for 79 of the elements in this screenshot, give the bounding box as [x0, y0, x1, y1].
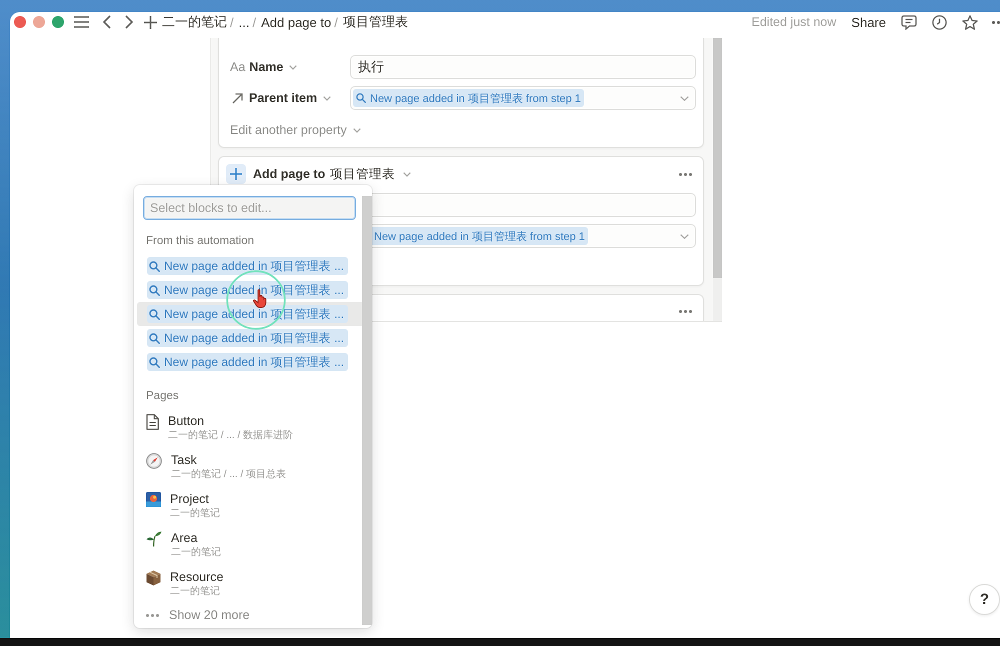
comment-icon[interactable]	[901, 14, 917, 30]
image-tile-icon	[146, 492, 161, 507]
breadcrumb-separator: /	[334, 14, 338, 30]
page-title: Button	[168, 413, 206, 429]
page-title: Task	[171, 452, 198, 468]
window-close-button[interactable]	[14, 16, 26, 28]
add-step-button[interactable]	[226, 164, 246, 184]
search-icon	[149, 284, 160, 296]
text-field[interactable]: 执行	[350, 55, 696, 79]
scrollbar-thumb[interactable]	[713, 38, 722, 278]
property-label[interactable]: Aa Name	[230, 60, 298, 74]
breadcrumb-link[interactable]: 项目管理表	[342, 13, 408, 31]
automation-block-item[interactable]: New page added in 项目管理表 ...	[137, 254, 362, 278]
block-reference-chip[interactable]: New page added in 项目管理表 ...	[147, 353, 348, 371]
property-label[interactable]: Parent item	[230, 91, 332, 105]
back-icon[interactable]	[103, 15, 111, 29]
breadcrumb-separator: /	[230, 14, 234, 30]
page-item[interactable]: Area 二一的笔记	[134, 526, 362, 565]
search-icon	[149, 332, 160, 344]
scrollbar-thumb[interactable]	[362, 196, 372, 625]
section-heading: From this automation	[145, 234, 256, 249]
compass-icon	[146, 453, 162, 469]
automation-block-item[interactable]: New page added in 项目管理表 ...	[137, 326, 362, 350]
chevron-down-icon	[352, 128, 361, 132]
breadcrumb-link[interactable]: 二一的笔记	[162, 13, 227, 31]
page-path: 二一的笔记	[170, 507, 220, 521]
block-reference-chip[interactable]: New page added in 项目管理表 ...	[147, 257, 348, 275]
chevron-down-icon[interactable]	[680, 234, 689, 238]
chevron-down-icon[interactable]	[680, 96, 689, 100]
document-icon	[146, 414, 159, 430]
page-path: 二一的笔记	[171, 546, 221, 560]
show-more-button[interactable]: Show 20 more	[134, 605, 250, 625]
share-button[interactable]: Share	[851, 14, 886, 30]
more-icon[interactable]	[992, 20, 1000, 24]
search-icon	[149, 356, 160, 368]
relation-field[interactable]: New page added in 项目管理表 from step 1	[350, 86, 696, 110]
automation-block-item[interactable]: New page added in 项目管理表 ...	[137, 350, 362, 374]
database-dropdown[interactable]: 项目管理表	[330, 166, 412, 182]
page-item[interactable]: Resource 二一的笔记	[134, 565, 362, 604]
page-path: 二一的笔记	[170, 585, 221, 599]
page-title: Area	[171, 530, 198, 546]
sprout-icon	[146, 531, 162, 547]
page-path: 二一的笔记 / ... / 数据库进阶	[168, 429, 294, 443]
search-icon	[149, 260, 160, 272]
block-reference-chip[interactable]: New page added in 项目管理表 ...	[147, 329, 348, 347]
help-button[interactable]: ?	[969, 584, 1000, 615]
page-item[interactable]: Task 二一的笔记 / ... / 项目总表	[134, 448, 362, 487]
page-path: 二一的笔记 / ... / 项目总表	[171, 468, 286, 482]
search-icon	[149, 308, 160, 320]
chevron-down-icon	[403, 172, 412, 176]
more-icon[interactable]	[679, 310, 692, 312]
edit-property-button[interactable]: Edit another property	[230, 123, 361, 137]
page-title: Project	[170, 491, 210, 507]
breadcrumb-link[interactable]: Add page to	[261, 14, 332, 30]
box-icon	[146, 570, 161, 586]
window-zoom-button[interactable]	[52, 16, 64, 28]
edit-status-text: Edited just now	[752, 15, 836, 29]
block-reference-chip[interactable]: New page added in 项目管理表 from step 1	[353, 89, 584, 107]
menu-icon[interactable]	[74, 16, 89, 28]
more-icon[interactable]	[679, 172, 692, 176]
chevron-down-icon	[323, 96, 332, 100]
plus-icon[interactable]	[144, 16, 157, 28]
plus-icon	[230, 168, 242, 180]
page-item[interactable]: Button 二一的笔记 / ... / 数据库进阶	[134, 409, 362, 448]
star-icon[interactable]	[962, 14, 978, 30]
search-icon	[356, 93, 366, 103]
page-item[interactable]: Project 二一的笔记	[134, 487, 362, 526]
breadcrumb-link[interactable]: ...	[238, 14, 250, 30]
breadcrumb-separator: /	[252, 14, 256, 30]
page-title: Resource	[170, 569, 224, 585]
chevron-down-icon	[289, 64, 298, 70]
arrow-icon	[232, 92, 243, 104]
section-heading: Pages	[145, 389, 180, 404]
dots-icon	[146, 614, 159, 616]
clock-icon[interactable]	[932, 14, 947, 30]
property-type-glyph: Aa	[230, 60, 246, 74]
search-field[interactable]: Select blocks to edit...	[143, 196, 356, 220]
step-action-label: Add page to	[253, 167, 326, 181]
forward-icon[interactable]	[125, 15, 133, 29]
